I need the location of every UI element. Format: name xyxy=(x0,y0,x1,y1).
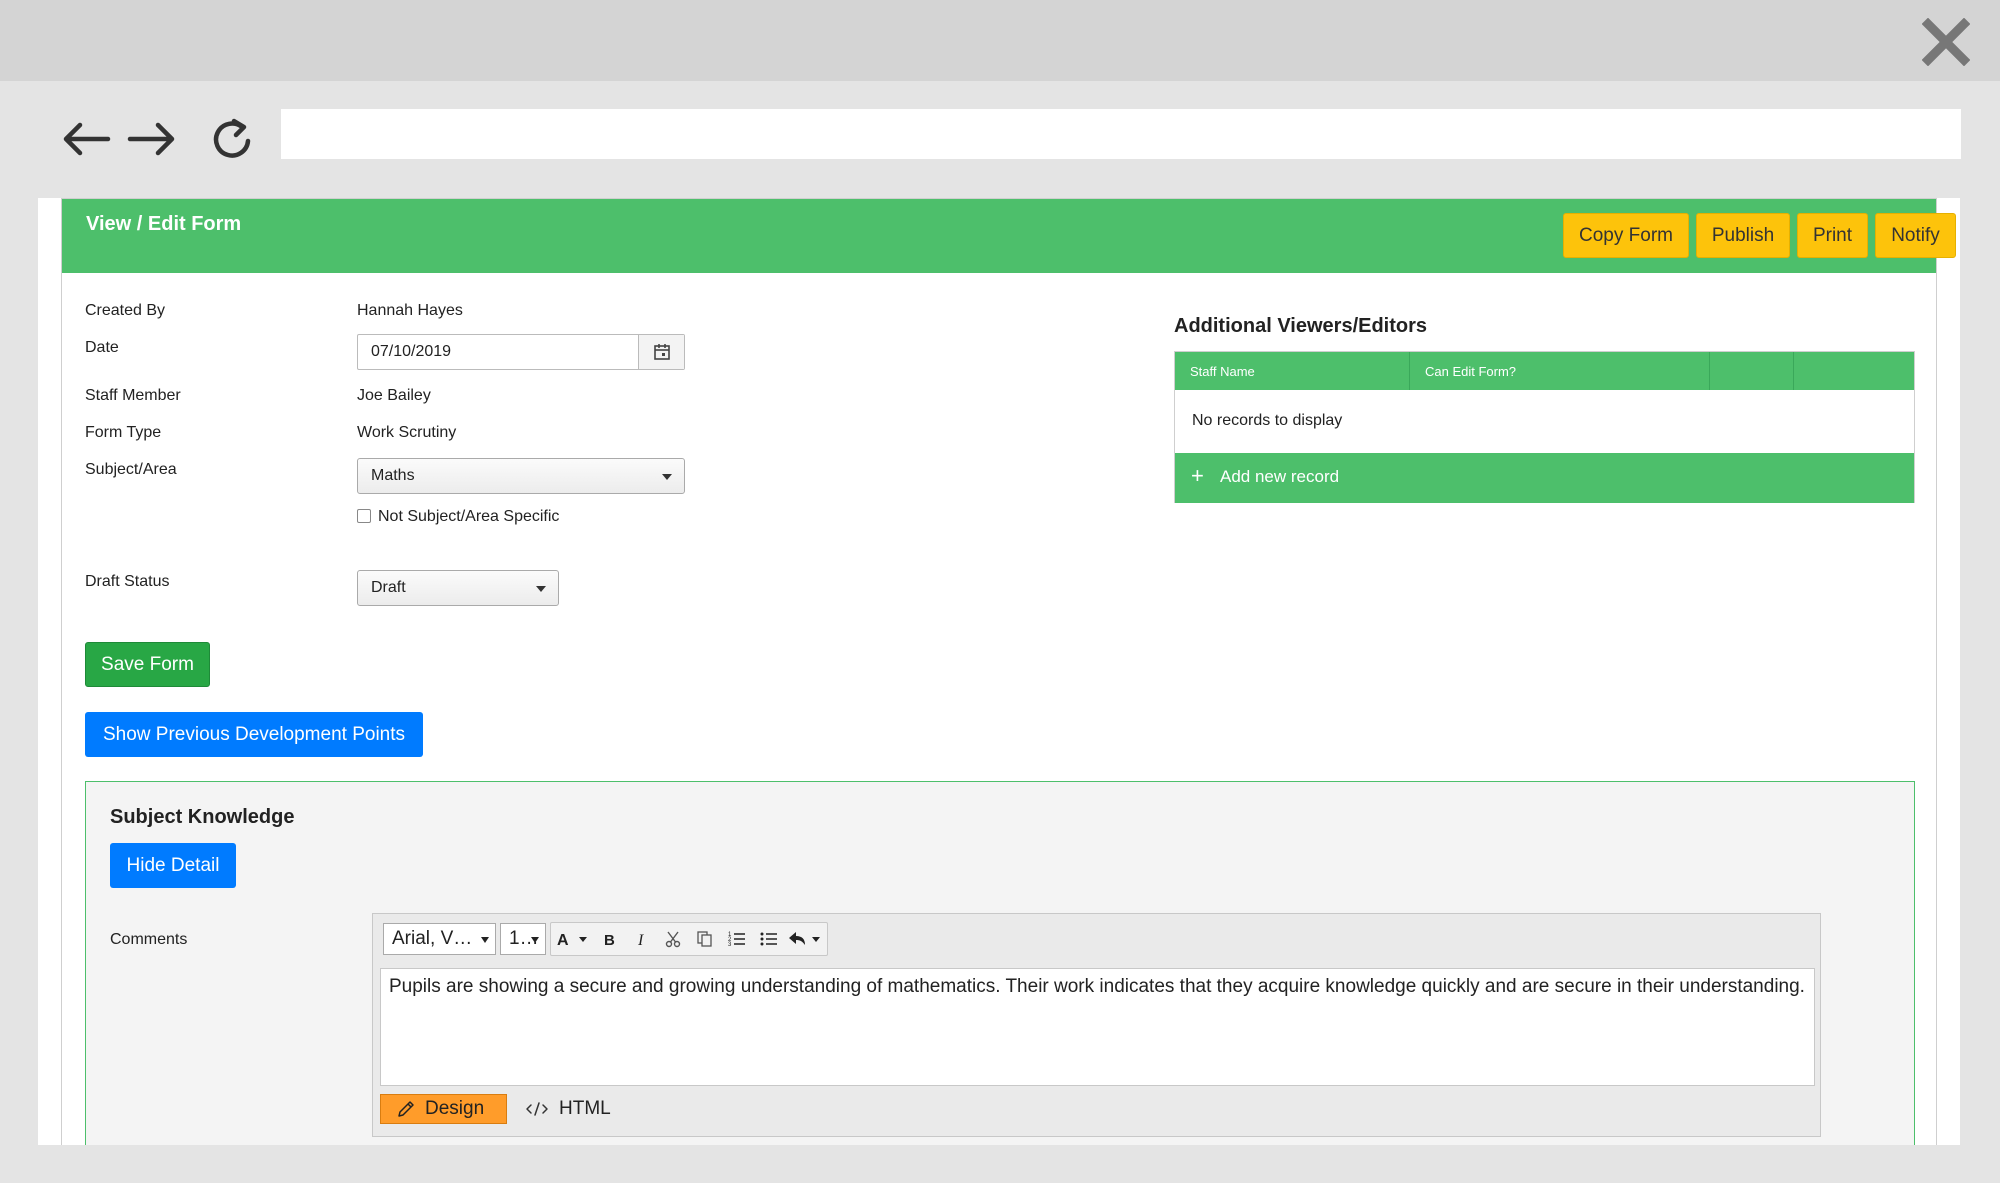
cut-button[interactable] xyxy=(657,923,689,955)
svg-text:B: B xyxy=(604,932,615,948)
copy-button[interactable] xyxy=(689,923,721,955)
html-mode-label: HTML xyxy=(559,1098,611,1119)
section-title: Subject Knowledge xyxy=(110,806,295,828)
reload-icon[interactable] xyxy=(204,115,260,163)
column-header-blank-2 xyxy=(1794,352,1914,390)
viewers-grid: Staff Name Can Edit Form? No records to … xyxy=(1174,351,1915,503)
chevron-down-icon xyxy=(536,586,546,592)
page-viewport: View / Edit Form Copy Form Publish Print… xyxy=(38,198,1960,1145)
forward-arrow-icon[interactable] xyxy=(124,115,180,163)
show-previous-points-button[interactable]: Show Previous Development Points xyxy=(85,712,423,757)
date-picker xyxy=(357,334,685,370)
back-arrow-icon[interactable] xyxy=(58,115,114,163)
design-mode-label: Design xyxy=(425,1098,485,1119)
ordered-list-button[interactable]: 1 2 3 xyxy=(721,923,753,955)
not-subject-specific-label: Not Subject/Area Specific xyxy=(378,508,560,525)
form-type-label: Form Type xyxy=(85,424,162,441)
font-size-dropdown[interactable]: 1… xyxy=(500,923,546,955)
copy-form-button[interactable]: Copy Form xyxy=(1563,213,1689,258)
svg-text:I: I xyxy=(637,932,644,948)
bold-icon: B xyxy=(604,932,615,948)
text-color-icon: A xyxy=(557,932,587,949)
bold-button[interactable]: B xyxy=(593,923,625,955)
undo-button[interactable] xyxy=(785,923,825,955)
html-mode-tab[interactable]: HTML xyxy=(525,1094,611,1124)
page-title: View / Edit Form xyxy=(86,213,242,235)
created-by-value: Hannah Hayes xyxy=(357,302,463,319)
ordered-list-icon: 1 2 3 xyxy=(728,932,745,948)
subject-knowledge-section: Subject Knowledge Hide Detail Comments A… xyxy=(85,781,1915,1145)
close-icon[interactable] xyxy=(1922,18,1970,66)
toolbar-format-group: A B I 1 2 3 xyxy=(550,922,828,956)
card-header: View / Edit Form Copy Form Publish Print… xyxy=(62,199,1956,273)
column-header-blank-1 xyxy=(1710,352,1794,390)
draft-status-selected: Draft xyxy=(371,579,406,596)
address-bar[interactable] xyxy=(281,109,1961,159)
print-button[interactable]: Print xyxy=(1797,213,1868,258)
unordered-list-icon xyxy=(760,932,777,946)
form-card: View / Edit Form Copy Form Publish Print… xyxy=(61,198,1956,1145)
window-bottom-frame xyxy=(0,1145,2000,1183)
staff-member-label: Staff Member xyxy=(85,387,181,404)
created-by-label: Created By xyxy=(85,302,166,319)
save-form-button[interactable]: Save Form xyxy=(85,642,210,687)
unordered-list-button[interactable] xyxy=(753,923,785,955)
undo-icon xyxy=(789,932,820,945)
editor-toolbar: Arial, V… 1… A B I 1 2 3 xyxy=(383,922,828,956)
italic-icon: I xyxy=(637,932,644,948)
notify-button[interactable]: Notify xyxy=(1875,213,1956,258)
pencil-icon xyxy=(398,1101,414,1117)
subject-area-selected: Maths xyxy=(371,467,415,484)
subject-area-select[interactable]: Maths xyxy=(357,458,685,494)
subject-area-label: Subject/Area xyxy=(85,461,177,478)
draft-status-label: Draft Status xyxy=(85,573,170,590)
grid-header: Staff Name Can Edit Form? xyxy=(1175,352,1914,390)
chevron-down-icon xyxy=(662,474,672,480)
date-label: Date xyxy=(85,339,119,356)
grid-empty-message: No records to display xyxy=(1192,412,1343,429)
form-type-value: Work Scrutiny xyxy=(357,424,457,441)
add-new-record-label: Add new record xyxy=(1220,467,1340,486)
staff-member-value: Joe Bailey xyxy=(357,387,431,404)
svg-text:3: 3 xyxy=(728,942,732,948)
italic-button[interactable]: I xyxy=(625,923,657,955)
rich-text-editor: Arial, V… 1… A B I 1 2 3 Pupils are show… xyxy=(372,913,1821,1137)
copy-icon xyxy=(697,931,712,947)
not-subject-specific-checkbox[interactable] xyxy=(357,509,371,523)
viewers-title: Additional Viewers/Editors xyxy=(1174,315,1428,337)
publish-button[interactable]: Publish xyxy=(1696,213,1790,258)
comments-label: Comments xyxy=(110,931,188,948)
font-family-value: Arial, V… xyxy=(392,928,473,949)
text-color-button[interactable]: A xyxy=(553,923,593,955)
window-titlebar xyxy=(0,0,2000,81)
cut-icon xyxy=(665,931,681,948)
hide-detail-button[interactable]: Hide Detail xyxy=(110,843,236,888)
calendar-icon xyxy=(653,344,670,360)
draft-status-select[interactable]: Draft xyxy=(357,570,559,606)
chevron-down-icon xyxy=(531,937,539,943)
plus-icon: + xyxy=(1191,463,1204,488)
column-header-can-edit[interactable]: Can Edit Form? xyxy=(1410,352,1710,390)
calendar-button[interactable] xyxy=(638,335,684,369)
code-icon xyxy=(526,1102,548,1116)
editor-content-area[interactable]: Pupils are showing a secure and growing … xyxy=(380,968,1815,1086)
browser-navbar xyxy=(0,81,2000,198)
design-mode-tab[interactable]: Design xyxy=(380,1094,507,1124)
svg-text:A: A xyxy=(557,932,569,949)
font-family-dropdown[interactable]: Arial, V… xyxy=(383,923,496,955)
add-new-record-button[interactable]: + Add new record xyxy=(1175,453,1914,503)
column-header-staff-name[interactable]: Staff Name xyxy=(1175,352,1410,390)
chevron-down-icon xyxy=(481,937,489,943)
date-input[interactable] xyxy=(358,335,638,369)
